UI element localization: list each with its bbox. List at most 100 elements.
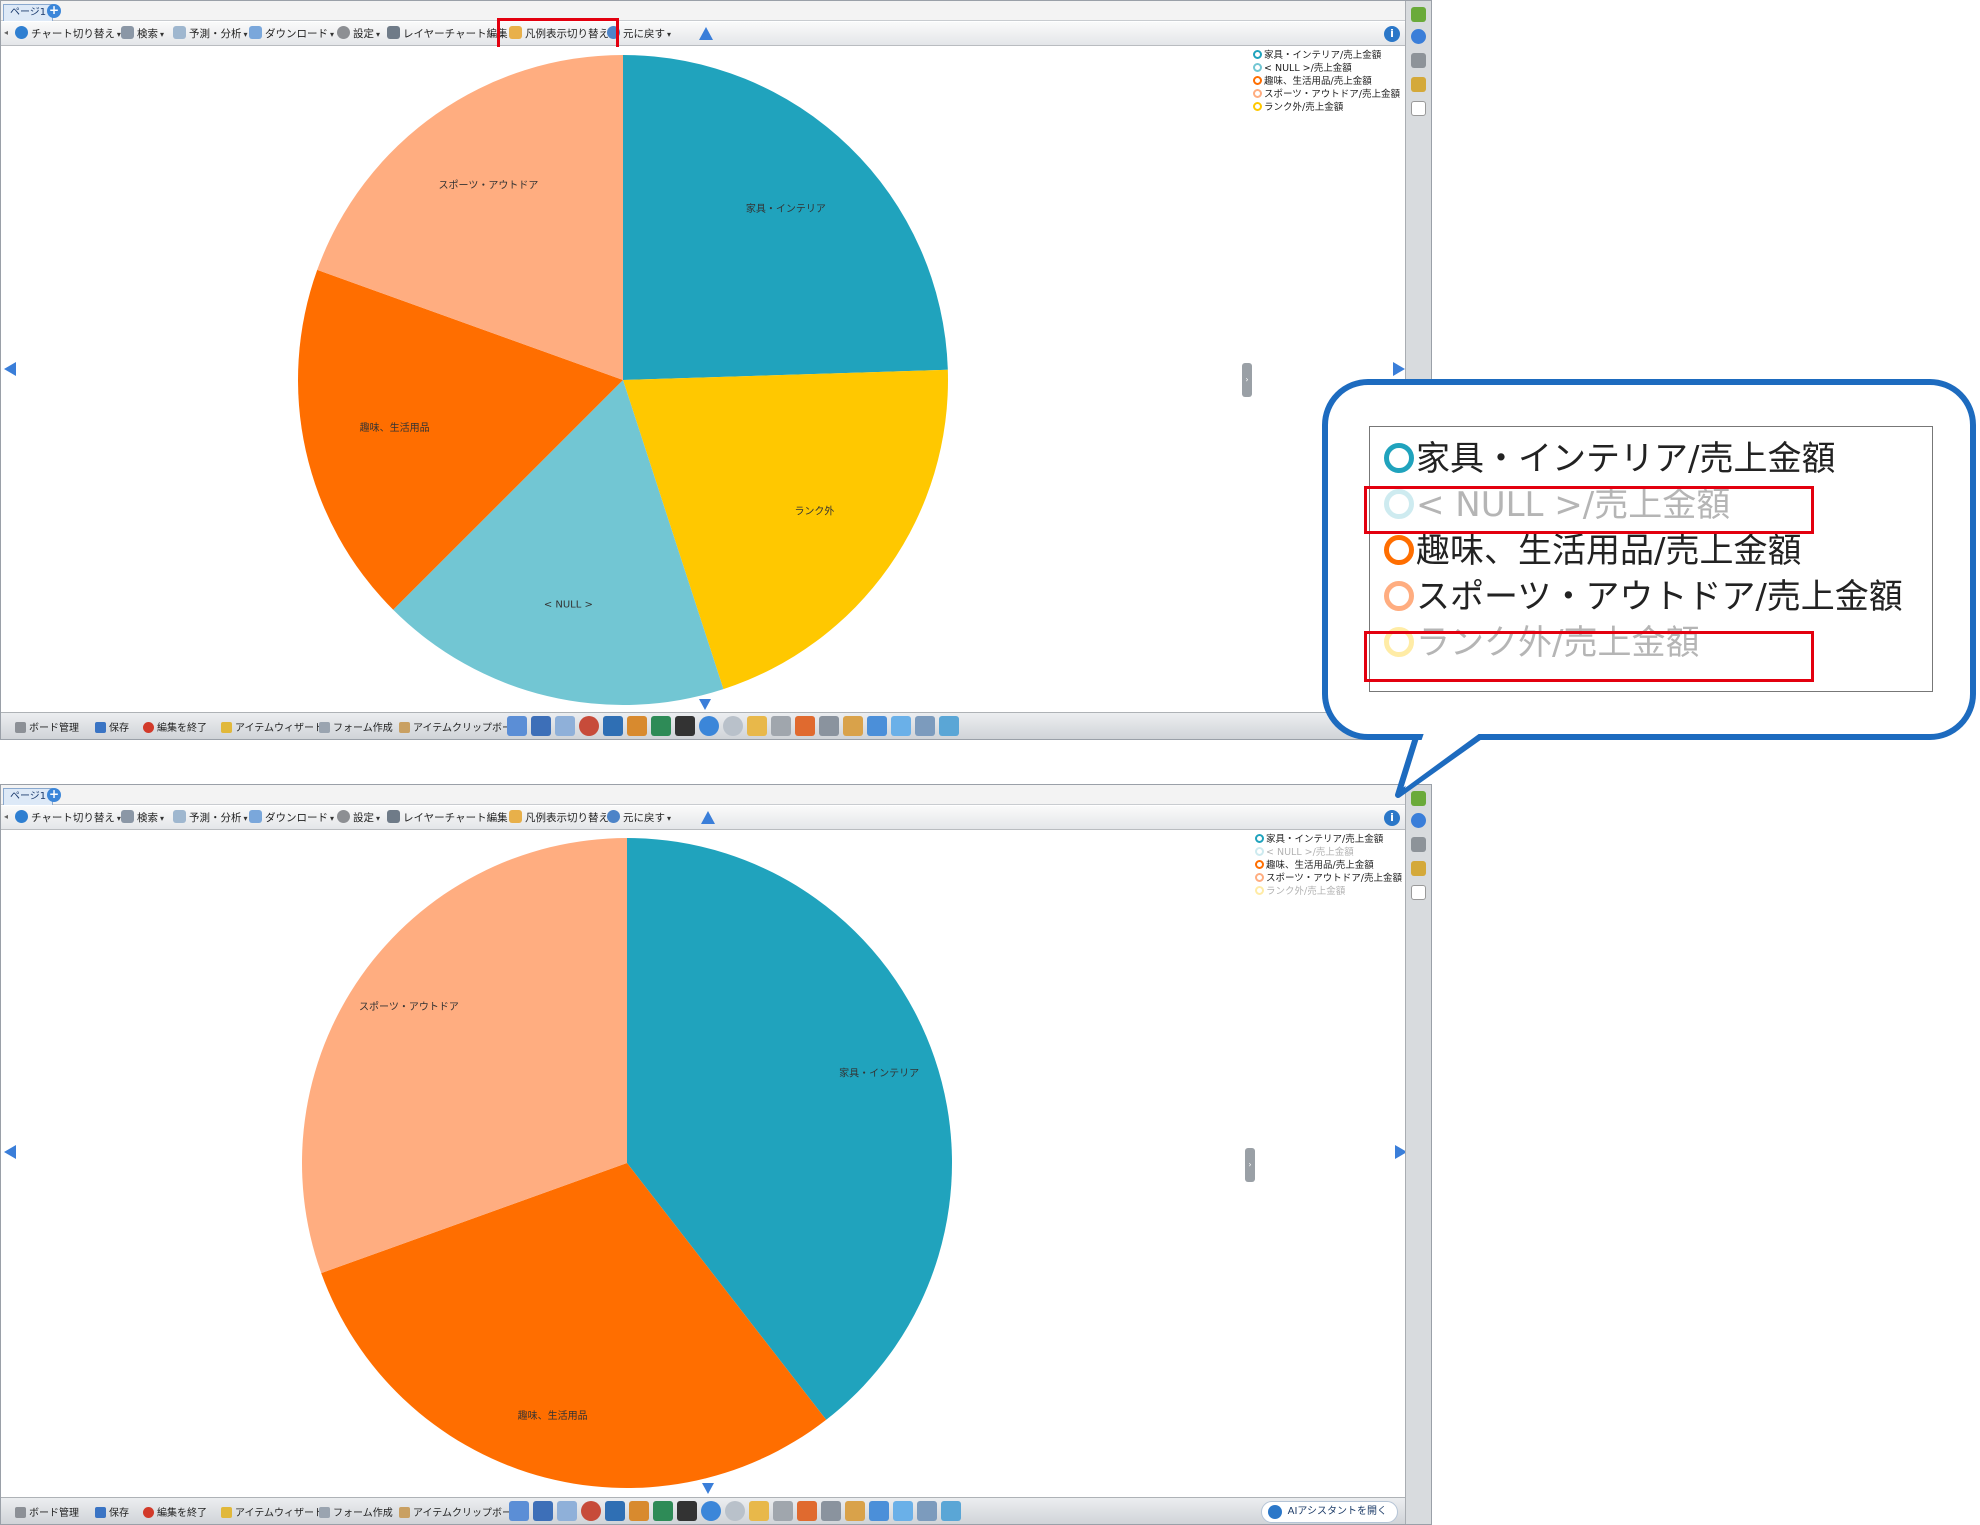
nav-left-icon[interactable] xyxy=(4,1145,16,1159)
board-manage-button[interactable]: ボード管理 xyxy=(15,719,79,734)
legend-item[interactable]: 家具・インテリア/売上金額 xyxy=(1255,833,1402,846)
settings-button[interactable]: 設定 ▾ xyxy=(337,809,380,827)
cube-icon[interactable] xyxy=(893,1501,913,1521)
tab-page1[interactable]: ページ1 xyxy=(3,4,54,21)
folder-icon[interactable] xyxy=(747,716,767,736)
image-icon[interactable] xyxy=(605,1501,625,1521)
add-page-icon[interactable]: + xyxy=(47,4,61,18)
legend-item[interactable]: 趣味、生活用品/売上金額 xyxy=(1255,859,1402,872)
list-icon[interactable] xyxy=(821,1501,841,1521)
pencil-icon[interactable] xyxy=(1411,791,1426,806)
tab-page1[interactable]: ページ1 xyxy=(3,788,54,805)
gauge-icon[interactable] xyxy=(651,716,671,736)
document-icon[interactable] xyxy=(1411,101,1426,116)
ai-assistant-button[interactable]: AIアシスタントを開く xyxy=(1260,1501,1398,1523)
document-icon[interactable] xyxy=(1411,885,1426,900)
gauge-icon[interactable] xyxy=(653,1501,673,1521)
layer-chart-edit-button[interactable]: レイヤーチャート編集 xyxy=(387,809,508,827)
item-wizard-button[interactable]: アイテムウィザード xyxy=(221,1504,324,1519)
comment-icon[interactable] xyxy=(723,716,743,736)
item-clipboard-button[interactable]: アイテムクリップボード xyxy=(399,1504,522,1519)
save-button[interactable]: 保存 xyxy=(95,719,129,734)
button-icon[interactable] xyxy=(773,1501,793,1521)
info-icon[interactable]: i xyxy=(1384,26,1400,42)
legend-item[interactable]: ランク外/売上金額 xyxy=(1255,885,1402,898)
plugin-icon[interactable] xyxy=(939,716,959,736)
puzzle-icon[interactable] xyxy=(797,1501,817,1521)
layer-chart-edit-button[interactable]: レイヤーチャート編集 xyxy=(387,25,508,43)
settings-button[interactable]: 設定 ▾ xyxy=(337,25,380,43)
comment-icon[interactable] xyxy=(725,1501,745,1521)
button-icon[interactable] xyxy=(771,716,791,736)
end-edit-button[interactable]: 編集を終了 xyxy=(143,719,207,734)
list-icon[interactable] xyxy=(819,716,839,736)
pie-slice[interactable] xyxy=(623,55,948,380)
info-icon[interactable]: i xyxy=(1384,810,1400,826)
tools-icon[interactable] xyxy=(1411,861,1426,876)
clock-icon[interactable] xyxy=(581,1501,601,1521)
tools-icon[interactable] xyxy=(1411,77,1426,92)
legend-item[interactable]: 趣味、生活用品/売上金額 xyxy=(1253,75,1400,88)
save-button[interactable]: 保存 xyxy=(95,1504,129,1519)
search-button[interactable]: 検索 ▾ xyxy=(121,25,164,43)
legend-item[interactable]: 家具・インテリア/売上金額 xyxy=(1253,49,1400,62)
chart-icon[interactable] xyxy=(531,716,551,736)
info-panel-icon[interactable] xyxy=(867,716,887,736)
collapse-up-icon[interactable] xyxy=(701,811,715,824)
panel-handle-icon[interactable]: › xyxy=(1242,363,1252,397)
forecast-button[interactable]: 予測・分析 ▾ xyxy=(173,809,248,827)
table-icon[interactable] xyxy=(557,1501,577,1521)
legend-toggle-button[interactable]: 凡例表示切り替え xyxy=(509,809,609,827)
globe-icon[interactable] xyxy=(701,1501,721,1521)
network-icon[interactable] xyxy=(627,716,647,736)
cube-icon[interactable] xyxy=(891,716,911,736)
panel-handle-icon[interactable]: › xyxy=(1245,1148,1255,1182)
table-icon[interactable] xyxy=(555,716,575,736)
legend-item[interactable]: ランク外/売上金額 xyxy=(1253,101,1400,114)
board-manage-button[interactable]: ボード管理 xyxy=(15,1504,79,1519)
properties-icon[interactable] xyxy=(1411,53,1426,68)
properties-icon[interactable] xyxy=(1411,837,1426,852)
pencil-icon[interactable] xyxy=(1411,7,1426,22)
add-page-icon[interactable]: + xyxy=(47,788,61,802)
zoom-icon[interactable] xyxy=(1411,29,1426,44)
network-icon[interactable] xyxy=(629,1501,649,1521)
abc-icon[interactable] xyxy=(917,1501,937,1521)
nav-right-icon[interactable] xyxy=(1393,362,1405,376)
clock-icon[interactable] xyxy=(579,716,599,736)
zoom-icon[interactable] xyxy=(1411,813,1426,828)
collapse-up-icon[interactable] xyxy=(699,27,713,40)
image-icon[interactable] xyxy=(603,716,623,736)
legend-item[interactable]: スポーツ・アウトドア/売上金額 xyxy=(1255,872,1402,885)
chart-switch-button[interactable]: チャート切り替え ▾ xyxy=(15,809,121,827)
download-button[interactable]: ダウンロード ▾ xyxy=(249,25,334,43)
layout-icon[interactable] xyxy=(507,716,527,736)
search-button[interactable]: 検索 ▾ xyxy=(121,809,164,827)
legend-item[interactable]: スポーツ・アウトドア/売上金額 xyxy=(1253,88,1400,101)
forecast-button[interactable]: 予測・分析 ▾ xyxy=(173,25,248,43)
info-panel-icon[interactable] xyxy=(869,1501,889,1521)
legend-item[interactable]: < NULL >/売上金額 xyxy=(1253,62,1400,75)
form-create-button[interactable]: フォーム作成 xyxy=(319,719,393,734)
globe-icon[interactable] xyxy=(699,716,719,736)
download-button[interactable]: ダウンロード ▾ xyxy=(249,809,334,827)
layout-icon[interactable] xyxy=(509,1501,529,1521)
collapse-down-icon[interactable] xyxy=(699,699,711,710)
nav-left-icon[interactable] xyxy=(4,362,16,376)
collapse-down-icon[interactable] xyxy=(702,1483,714,1494)
frame-icon[interactable] xyxy=(843,716,863,736)
text-icon[interactable] xyxy=(675,716,695,736)
revert-button[interactable]: 元に戻す ▾ xyxy=(607,809,671,827)
item-clipboard-button[interactable]: アイテムクリップボード xyxy=(399,719,522,734)
chart-switch-button[interactable]: チャート切り替え ▾ xyxy=(15,25,121,43)
abc-icon[interactable] xyxy=(915,716,935,736)
legend-item[interactable]: < NULL >/売上金額 xyxy=(1255,846,1402,859)
folder-icon[interactable] xyxy=(749,1501,769,1521)
form-create-button[interactable]: フォーム作成 xyxy=(319,1504,393,1519)
end-edit-button[interactable]: 編集を終了 xyxy=(143,1504,207,1519)
item-wizard-button[interactable]: アイテムウィザード xyxy=(221,719,324,734)
plugin-icon[interactable] xyxy=(941,1501,961,1521)
puzzle-icon[interactable] xyxy=(795,716,815,736)
chart-icon[interactable] xyxy=(533,1501,553,1521)
frame-icon[interactable] xyxy=(845,1501,865,1521)
